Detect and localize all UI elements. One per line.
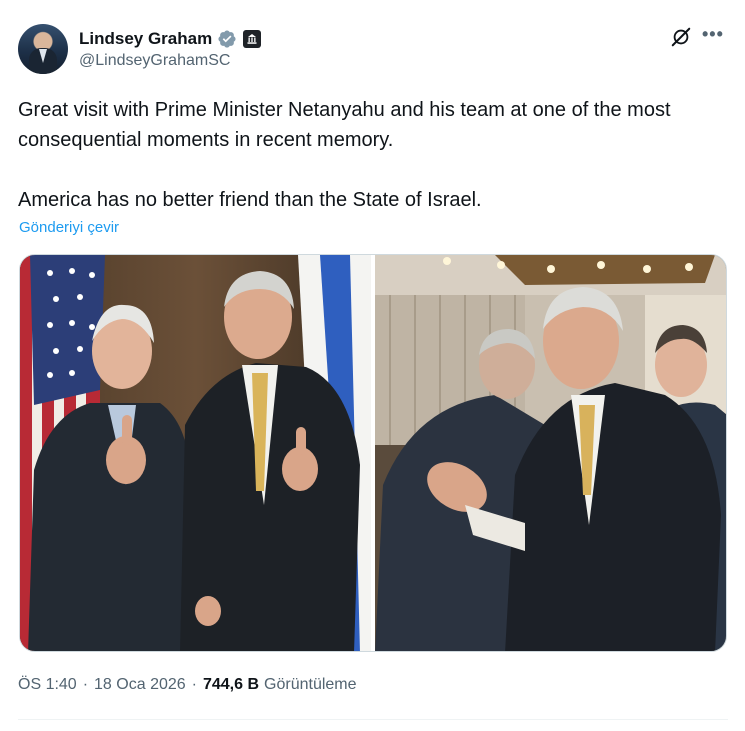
photo-embrace-graphic (375, 255, 726, 651)
avatar[interactable] (18, 24, 68, 74)
government-badge-icon[interactable] (243, 30, 262, 48)
more-icon[interactable]: ••• (702, 24, 726, 46)
post-time[interactable]: ÖS 1:40 (18, 676, 77, 694)
meta-separator-2: · (191, 676, 197, 693)
post-paragraph-2: America has no better friend than the St… (18, 189, 482, 211)
divider (18, 719, 728, 720)
grok-icon[interactable] (670, 26, 692, 48)
name-row: Lindsey Graham (79, 28, 262, 50)
verified-badge-icon[interactable] (217, 29, 237, 49)
handle[interactable]: @LindseyGrahamSC (79, 52, 230, 70)
views-label: Görüntüleme (264, 676, 357, 693)
post-header: Lindsey Graham @LindseyGrahamSC ••• (18, 24, 728, 76)
photo-thumbs-up-graphic (20, 255, 371, 651)
media-grid (19, 254, 727, 652)
post-paragraph-1: Great visit with Prime Minister Netanyah… (18, 99, 671, 151)
government-building-icon (247, 34, 257, 44)
post-text: Great visit with Prime Minister Netanyah… (18, 95, 718, 215)
display-name[interactable]: Lindsey Graham (79, 29, 212, 49)
views-count: 744,6 B (202, 676, 260, 693)
translate-link[interactable]: Gönderiyi çevir (19, 219, 119, 236)
photo-thumbs-up[interactable] (20, 255, 371, 651)
post-meta: ÖS 1:40 · 18 Oca 2026 · 744,6 B Görüntül… (18, 676, 357, 694)
photo-embrace[interactable] (375, 255, 726, 651)
meta-separator: · (82, 676, 89, 693)
post-date[interactable]: 18 Oca 2026 (94, 676, 186, 694)
